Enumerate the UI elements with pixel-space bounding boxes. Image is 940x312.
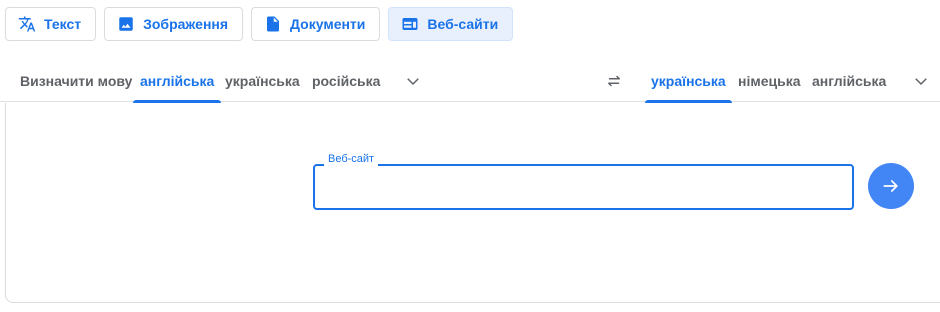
- document-mode-button[interactable]: Документи: [251, 7, 381, 41]
- website-url-field[interactable]: [313, 164, 854, 210]
- text-mode-button[interactable]: Текст: [5, 7, 97, 41]
- translate-icon: [18, 16, 36, 32]
- text-mode-label: Текст: [44, 16, 82, 32]
- image-mode-button[interactable]: Зображення: [104, 7, 244, 41]
- document-mode-label: Документи: [290, 16, 366, 32]
- language-bar: Визначити мову англійська українська рос…: [0, 60, 940, 103]
- image-icon: [119, 17, 133, 31]
- source-more-languages-chevron-down-icon[interactable]: [404, 72, 422, 90]
- target-more-languages-chevron-down-icon[interactable]: [912, 72, 930, 90]
- website-mode-label: Веб-сайти: [427, 16, 499, 32]
- source-lang-russian-tab[interactable]: російська: [312, 60, 380, 102]
- target-lang-ukrainian-tab[interactable]: українська: [645, 60, 732, 103]
- translate-website-button[interactable]: [868, 163, 914, 209]
- website-mode-button[interactable]: Веб-сайти: [388, 7, 514, 41]
- source-lang-ukrainian-tab[interactable]: українська: [225, 60, 300, 102]
- arrow-right-icon: [883, 180, 898, 192]
- website-url-label: Веб-сайт: [324, 152, 379, 166]
- target-lang-english-tab[interactable]: англійська: [812, 60, 886, 102]
- document-icon: [267, 16, 280, 32]
- target-lang-german-tab[interactable]: німецька: [738, 60, 801, 102]
- website-url-input[interactable]: [315, 166, 852, 208]
- website-icon: [402, 18, 418, 30]
- swap-languages-icon[interactable]: [604, 72, 624, 90]
- mode-selector: Текст Зображення Документи Веб-сайти: [5, 7, 514, 41]
- detect-language-tab[interactable]: Визначити мову: [20, 60, 132, 102]
- source-lang-english-tab[interactable]: англійська: [133, 60, 222, 103]
- image-mode-label: Зображення: [143, 16, 229, 32]
